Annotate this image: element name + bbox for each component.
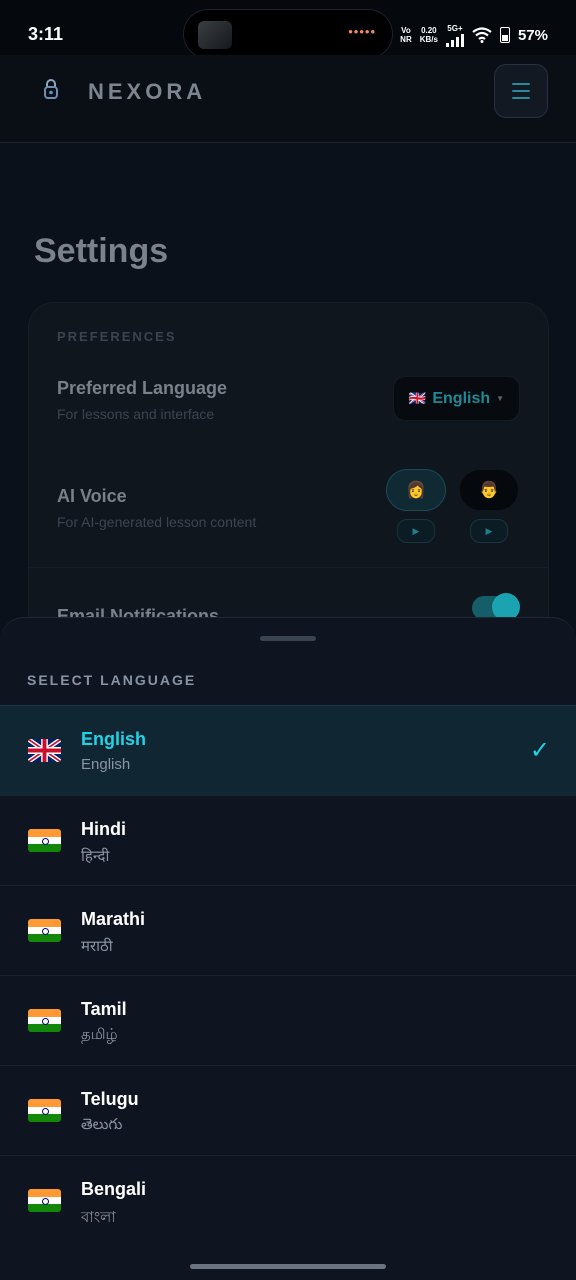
language-native-name: हिन्दी bbox=[81, 848, 110, 865]
language-dropdown-value: English bbox=[432, 389, 491, 407]
language-option-marathi[interactable]: Marathi मराठी bbox=[0, 885, 576, 975]
language-name: Bengali bbox=[81, 1179, 147, 1199]
play-female-voice-button[interactable]: ▶ bbox=[397, 519, 435, 543]
india-flag-icon bbox=[28, 1009, 61, 1032]
home-indicator[interactable] bbox=[190, 1264, 386, 1269]
activity-dots-icon: ••••• bbox=[348, 24, 376, 39]
status-time: 3:11 bbox=[28, 24, 64, 44]
signal-icon bbox=[445, 33, 464, 47]
play-male-voice-button[interactable]: ▶ bbox=[470, 519, 508, 543]
voice-row-title: AI Voice bbox=[57, 486, 127, 506]
language-bottom-sheet: SELECT LANGUAGE English English ✓ Hindi … bbox=[0, 617, 576, 1280]
language-native-name: தமிழ் bbox=[81, 1026, 118, 1043]
sheet-drag-handle[interactable] bbox=[260, 636, 316, 641]
language-name: Telugu bbox=[81, 1089, 139, 1109]
wifi-icon bbox=[472, 27, 492, 43]
play-icon: ▶ bbox=[412, 525, 420, 536]
language-option-english[interactable]: English English ✓ bbox=[0, 705, 576, 795]
language-name: Marathi bbox=[81, 909, 146, 929]
media-thumbnail bbox=[198, 21, 232, 49]
india-flag-icon bbox=[28, 1189, 61, 1212]
network-speed: 0.20 KB/s bbox=[419, 26, 438, 44]
language-native-name: తెలుగు bbox=[81, 1116, 123, 1133]
india-flag-icon bbox=[28, 1099, 61, 1122]
language-option-tamil[interactable]: Tamil தமிழ் bbox=[0, 975, 576, 1065]
language-name: Tamil bbox=[81, 999, 127, 1019]
language-row-subtitle: For lessons and interface bbox=[57, 406, 215, 422]
uk-flag-icon bbox=[28, 739, 61, 762]
language-native-name: বাংলা bbox=[81, 1209, 116, 1226]
page-title: Settings bbox=[34, 232, 169, 270]
language-native-name: मराठी bbox=[81, 938, 113, 955]
check-icon: ✓ bbox=[529, 737, 550, 764]
brand-name[interactable]: NEXORA bbox=[88, 79, 206, 105]
status-icons: Vo NR 0.20 KB/s 5G+ 57% bbox=[400, 22, 548, 48]
chevron-down-icon: ▼ bbox=[496, 394, 505, 403]
male-avatar-icon: 👨 bbox=[479, 482, 499, 499]
language-list: English English ✓ Hindi हिन्दी Marathi म… bbox=[0, 705, 576, 1245]
hamburger-icon bbox=[512, 83, 530, 99]
sheet-title: SELECT LANGUAGE bbox=[27, 672, 197, 688]
language-name: Hindi bbox=[81, 819, 126, 839]
preferences-card: PREFERENCES Preferred Language For lesso… bbox=[28, 302, 549, 662]
male-voice-button[interactable]: 👨 bbox=[459, 469, 519, 511]
section-label: PREFERENCES bbox=[57, 329, 177, 344]
camera-cutout: ••••• bbox=[183, 9, 393, 59]
language-option-bengali[interactable]: Bengali বাংলা bbox=[0, 1155, 576, 1245]
menu-button[interactable] bbox=[494, 64, 548, 118]
row-divider bbox=[29, 567, 548, 568]
language-native-name: English bbox=[81, 756, 131, 773]
language-name: English bbox=[81, 729, 147, 749]
volte-indicator: Vo NR bbox=[400, 26, 412, 44]
language-row-title: Preferred Language bbox=[57, 378, 228, 398]
female-avatar-icon: 👩 bbox=[406, 482, 426, 499]
app-header: NEXORA bbox=[0, 55, 576, 143]
cell-signal: 5G+ bbox=[445, 24, 464, 47]
play-icon: ▶ bbox=[485, 525, 493, 536]
uk-flag-icon: 🇬🇧 bbox=[408, 390, 427, 406]
india-flag-icon bbox=[28, 829, 61, 852]
lock-icon[interactable] bbox=[42, 78, 60, 100]
language-dropdown[interactable]: 🇬🇧 English ▼ bbox=[393, 376, 520, 421]
battery-icon bbox=[499, 27, 510, 43]
battery-percent: 57% bbox=[517, 26, 548, 44]
language-option-telugu[interactable]: Telugu తెలుగు bbox=[0, 1065, 576, 1155]
language-option-hindi[interactable]: Hindi हिन्दी bbox=[0, 795, 576, 885]
female-voice-button[interactable]: 👩 bbox=[386, 469, 446, 511]
india-flag-icon bbox=[28, 919, 61, 942]
voice-row-subtitle: For AI-generated lesson content bbox=[57, 514, 257, 530]
